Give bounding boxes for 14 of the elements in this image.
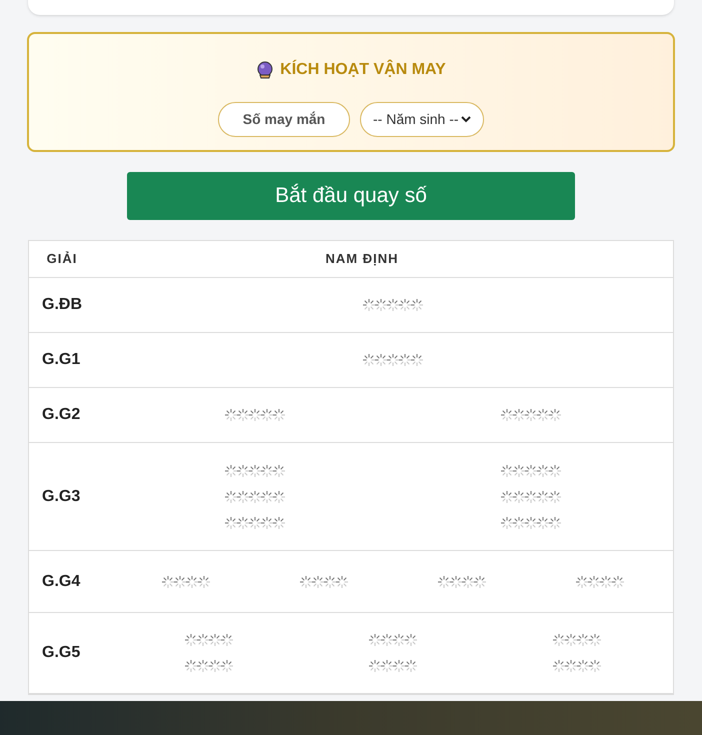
- chevron-down-icon: [461, 116, 471, 123]
- crystal-ball-icon: [256, 61, 274, 79]
- panel-title: KÍCH HOẠT VẬN MAY: [280, 58, 446, 80]
- birth-year-select[interactable]: -- Năm sinh --: [360, 102, 484, 137]
- prize-label: G.G1: [41, 350, 82, 370]
- prize-label: G.G4: [41, 572, 82, 592]
- prize-label: G.G2: [41, 405, 82, 425]
- column-header: NAM ĐỊNH: [324, 250, 400, 268]
- column-header: GIẢI: [46, 250, 78, 268]
- lucky-number-button[interactable]: Số may mắn: [218, 102, 350, 137]
- prize-label: G.G5: [41, 643, 82, 663]
- prize-label: G.G3: [41, 486, 82, 506]
- start-draw-button[interactable]: Bắt đầu quay số: [127, 172, 575, 220]
- prize-label: G.ĐB: [41, 295, 83, 315]
